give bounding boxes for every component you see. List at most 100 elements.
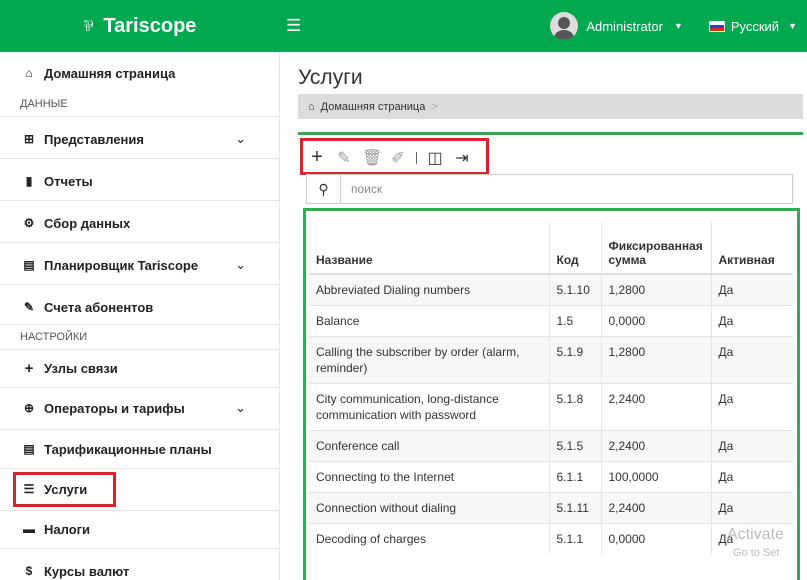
- table-row[interactable]: Abbreviated Dialing numbers 5.1.10 1,280…: [309, 273, 793, 306]
- home-icon: ⌂: [25, 66, 33, 80]
- divider: [0, 548, 280, 549]
- cell-amount: 1,2800: [600, 273, 711, 306]
- column-header-code[interactable]: Код: [548, 222, 601, 275]
- table-row[interactable]: Connection without dialing 5.1.11 2,2400…: [309, 492, 793, 524]
- sidebar-item-accounts[interactable]: ✎ Счета абонентов: [0, 296, 280, 318]
- edit-box-icon[interactable]: ✐: [389, 148, 407, 168]
- cell-amount: 0,0000: [600, 305, 711, 337]
- services-table: Название Код Фиксированная сумма Активна…: [309, 222, 793, 554]
- page-title: Услуги: [298, 66, 363, 89]
- dollar-icon: $: [25, 564, 33, 578]
- delete-icon[interactable]: 🗑︎: [362, 148, 382, 168]
- cell-name: Calling the subscriber by order (alarm, …: [309, 336, 549, 384]
- sidebar-item-scheduler[interactable]: ▤ Планировщик Tariscope ⌄: [0, 254, 280, 276]
- divider: [0, 284, 280, 285]
- divider: [0, 116, 280, 117]
- cell-code: 5.1.10: [548, 273, 601, 306]
- search-input[interactable]: [341, 176, 781, 202]
- brand-name: Tariscope: [103, 14, 197, 37]
- chevron-down-icon: ⌄: [235, 131, 246, 146]
- column-header-amount[interactable]: Фиксированная сумма: [600, 222, 711, 275]
- column-header-name[interactable]: Название: [309, 222, 549, 275]
- edit-icon[interactable]: ✎: [335, 148, 353, 168]
- list-box-icon: ▤: [23, 442, 35, 456]
- sidebar-item-currency[interactable]: $ Курсы валют: [0, 560, 280, 580]
- sidebar-item-reports[interactable]: ▮ Отчеты: [0, 170, 280, 192]
- windows-activation-watermark: Activate Go to Set: [727, 526, 784, 562]
- chevron-down-icon: ⌄: [235, 257, 246, 272]
- divider: [0, 200, 280, 201]
- brand[interactable]: ⅌ Tariscope: [0, 0, 280, 52]
- cell-amount: 2,2400: [600, 492, 711, 524]
- cell-name: Decoding of charges: [309, 523, 549, 554]
- sidebar-item-operators[interactable]: ⊕ Операторы и тарифы ⌄: [0, 397, 280, 419]
- add-icon[interactable]: +: [308, 146, 326, 169]
- sidebar-item-label: Тарификационные планы: [44, 441, 212, 457]
- table-row[interactable]: Decoding of charges 5.1.1 0,0000 Да: [309, 523, 793, 554]
- toolbar-separator: [416, 151, 417, 164]
- export-icon[interactable]: ⇥: [453, 148, 471, 168]
- sidebar-item-label: Операторы и тарифы: [44, 400, 185, 416]
- top-navbar: ⅌ Tariscope ☰ Administrator ▼ Русский ▼: [0, 0, 807, 52]
- sidebar-item-label: Услуги: [44, 481, 88, 497]
- avatar: [550, 12, 579, 40]
- cell-code: 5.1.5: [548, 430, 601, 462]
- divider: [0, 387, 280, 388]
- table-row[interactable]: Conference call 5.1.5 2,2400 Да: [309, 430, 793, 462]
- search-box: ⚲: [306, 174, 793, 204]
- plus-icon: +: [24, 359, 34, 377]
- sidebar-section-settings: НАСТРОЙКИ: [20, 331, 88, 343]
- russian-flag-icon: [708, 20, 725, 32]
- cell-code: 5.1.1: [548, 523, 601, 554]
- cell-active: Да: [710, 461, 793, 493]
- cell-code: 5.1.9: [548, 336, 601, 384]
- sidebar-item-label: Налоги: [44, 521, 91, 537]
- table-row[interactable]: Calling the subscriber by order (alarm, …: [309, 336, 793, 384]
- cell-active: Да: [710, 273, 793, 306]
- cell-amount: 1,2800: [600, 336, 711, 384]
- columns-icon[interactable]: ◫: [426, 148, 444, 168]
- breadcrumb: ⌂ Домашняя страница >: [298, 94, 803, 119]
- cell-code: 6.1.1: [548, 461, 601, 493]
- sidebar-item-collection[interactable]: ⚙ Сбор данных: [0, 212, 280, 234]
- sidebar-item-services[interactable]: ☰ Услуги: [0, 478, 280, 500]
- user-name: Administrator: [586, 18, 663, 34]
- cell-name: Balance: [309, 305, 549, 337]
- cell-name: Conference call: [309, 430, 549, 462]
- language-selector[interactable]: Русский ▼: [708, 19, 797, 34]
- column-header-active[interactable]: Активная: [710, 222, 793, 275]
- hamburger-icon[interactable]: ☰: [286, 16, 301, 36]
- divider: [0, 324, 280, 325]
- tariscope-logo-icon: ⅌: [83, 18, 94, 35]
- breadcrumb-home[interactable]: Домашняя страница: [321, 101, 426, 113]
- sidebar-section-data: ДАННЫЕ: [20, 98, 68, 110]
- cell-amount: 2,2400: [600, 383, 711, 431]
- cell-amount: 100,0000: [600, 461, 711, 493]
- sidebar-item-views[interactable]: ⊞ Представления ⌄: [0, 128, 280, 150]
- home-icon: ⌂: [308, 100, 315, 113]
- sidebar-item-nodes[interactable]: + Узлы связи: [0, 357, 280, 379]
- table-row[interactable]: City communication, long-distance commun…: [309, 383, 793, 431]
- sidebar-item-label: Счета абонентов: [44, 299, 154, 315]
- cell-name: Abbreviated Dialing numbers: [309, 273, 549, 306]
- sidebar-item-plans[interactable]: ▤ Тарификационные планы: [0, 438, 280, 460]
- watermark-line1: Activate: [727, 526, 784, 543]
- list-icon: ☰: [23, 482, 35, 496]
- gears-icon: ⚙: [23, 216, 35, 230]
- cell-name: Connecting to the Internet: [309, 461, 549, 493]
- user-menu[interactable]: Administrator ▼: [550, 12, 683, 40]
- globe-icon: ⊕: [23, 401, 35, 415]
- divider: [0, 510, 280, 511]
- chevron-down-icon: ▼: [673, 21, 683, 31]
- toolbar: + ✎ 🗑︎ ✐ ◫ ⇥: [308, 146, 471, 169]
- calendar-gear-icon: ▤: [23, 258, 35, 272]
- table-row[interactable]: Balance 1.5 0,0000 Да: [309, 305, 793, 337]
- table-header-row: Название Код Фиксированная сумма Активна…: [309, 222, 793, 275]
- divider: [0, 429, 280, 430]
- sidebar-item-label: Курсы валют: [44, 563, 130, 579]
- sidebar-item-home[interactable]: ⌂ Домашняя страница: [0, 62, 280, 84]
- file-icon: ▮: [25, 174, 33, 188]
- table-row[interactable]: Connecting to the Internet 6.1.1 100,000…: [309, 461, 793, 493]
- sidebar-item-taxes[interactable]: ▬ Налоги: [0, 518, 280, 540]
- table-icon: ⊞: [23, 132, 35, 146]
